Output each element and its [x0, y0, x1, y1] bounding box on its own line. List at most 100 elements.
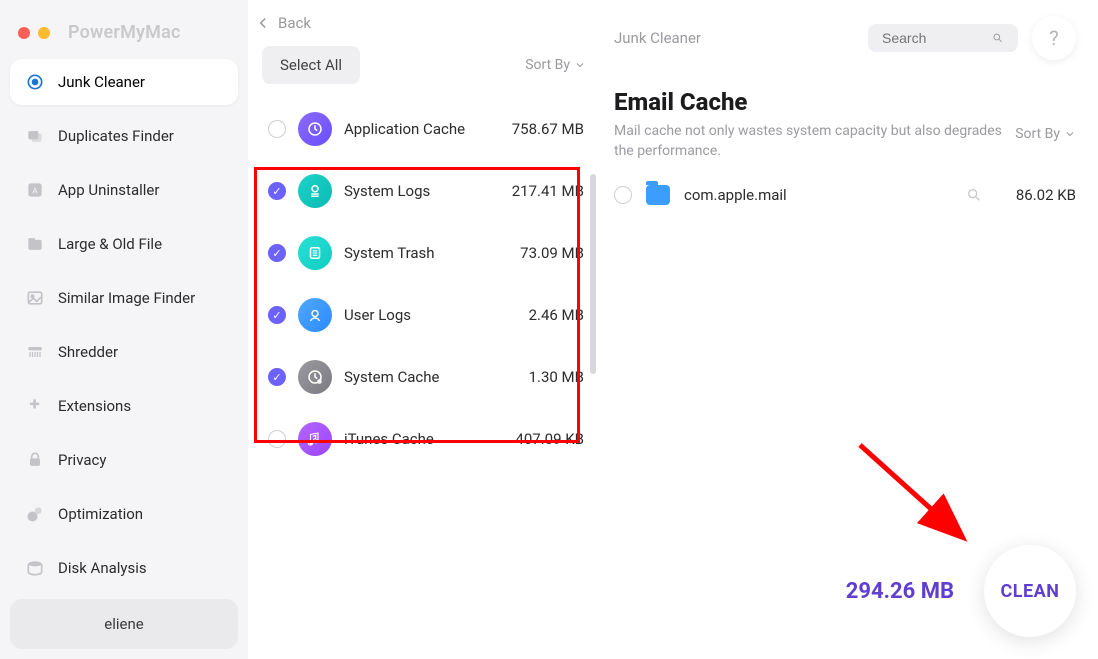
category-name: iTunes Cache [344, 430, 484, 449]
nav-large-old-file[interactable]: Large & Old File [10, 221, 238, 267]
user-logs-icon [298, 298, 332, 332]
category-size: 2.46 MB [496, 306, 584, 324]
back-button[interactable]: Back [248, 0, 604, 42]
checkbox[interactable] [614, 186, 632, 204]
nav-duplicates-finder[interactable]: Duplicates Finder [10, 113, 238, 159]
nav-label: Duplicates Finder [58, 127, 174, 145]
nav-label: Junk Cleaner [58, 73, 145, 91]
system-cache-icon [298, 360, 332, 394]
category-name: System Trash [344, 244, 484, 263]
back-label: Back [278, 14, 311, 32]
category-system-cache[interactable]: System Cache 1.30 MB [248, 346, 604, 408]
checkbox[interactable] [268, 182, 286, 200]
file-row[interactable]: com.apple.mail 86.02 KB [604, 175, 1098, 215]
category-size: 407.09 KB [496, 430, 584, 448]
category-user-logs[interactable]: User Logs 2.46 MB [248, 284, 604, 346]
select-all-button[interactable]: Select All [262, 46, 360, 84]
clean-button[interactable]: CLEAN [984, 545, 1076, 637]
file-size: 86.02 KB [996, 186, 1076, 204]
nav-disk-analysis[interactable]: Disk Analysis [10, 545, 238, 591]
category-controls: Select All Sort By [248, 42, 604, 94]
category-system-logs[interactable]: System Logs 217.41 MB [248, 160, 604, 222]
search-icon [992, 31, 1004, 45]
breadcrumb: Junk Cleaner [614, 29, 701, 47]
system-trash-icon [298, 236, 332, 270]
nav-label: Extensions [58, 397, 131, 415]
file-name: com.apple.mail [684, 186, 952, 204]
nav-label: Optimization [58, 505, 143, 523]
extensions-icon [24, 395, 46, 417]
nav-label: Large & Old File [58, 235, 162, 253]
nav-app-uninstaller[interactable]: A App Uninstaller [10, 167, 238, 213]
junk-cleaner-icon [24, 71, 46, 93]
uninstaller-icon: A [24, 179, 46, 201]
scrollbar[interactable] [590, 174, 596, 374]
footer-bar: 294.26 MB CLEAN [846, 545, 1076, 637]
category-system-trash[interactable]: System Trash 73.09 MB [248, 222, 604, 284]
category-size: 1.30 MB [496, 368, 584, 386]
category-panel: Back Select All Sort By Application Cach… [248, 0, 604, 659]
system-logs-icon [298, 174, 332, 208]
checkbox[interactable] [268, 244, 286, 262]
annotation-arrow [850, 435, 990, 559]
checkbox[interactable] [268, 430, 286, 448]
category-name: System Logs [344, 182, 484, 201]
app-cache-icon [298, 112, 332, 146]
detail-panel: Junk Cleaner ? Email Cache Mail cache no… [604, 0, 1098, 659]
nav-privacy[interactable]: Privacy [10, 437, 238, 483]
nav-optimization[interactable]: Optimization [10, 491, 238, 537]
sidebar: PowerMyMac Junk Cleaner Duplicates Finde… [0, 0, 248, 659]
user-badge[interactable]: eliene [10, 599, 238, 649]
privacy-icon [24, 449, 46, 471]
category-size: 758.67 MB [496, 120, 584, 138]
detail-sort-by-dropdown[interactable]: Sort By [1015, 122, 1076, 142]
chevron-down-icon [574, 59, 586, 71]
nav-label: Disk Analysis [58, 559, 147, 577]
total-size: 294.26 MB [846, 579, 954, 604]
help-button[interactable]: ? [1032, 16, 1076, 60]
folder-icon [646, 185, 670, 205]
nav-label: Shredder [58, 343, 118, 361]
checkbox[interactable] [268, 120, 286, 138]
sort-by-label: Sort By [1015, 126, 1060, 142]
section-description: Mail cache not only wastes system capaci… [614, 122, 1005, 161]
section-title: Email Cache [604, 70, 1098, 122]
minimize-window-icon[interactable] [38, 27, 50, 39]
chevron-down-icon [1064, 128, 1076, 140]
user-name: eliene [104, 615, 143, 633]
reveal-in-finder-icon[interactable] [966, 187, 982, 203]
category-list: Application Cache 758.67 MB System Logs … [248, 94, 604, 659]
checkbox[interactable] [268, 306, 286, 324]
category-size: 73.09 MB [496, 244, 584, 262]
duplicates-icon [24, 125, 46, 147]
similar-image-icon [24, 287, 46, 309]
nav-label: Similar Image Finder [58, 289, 195, 307]
category-itunes-cache[interactable]: iTunes Cache 407.09 KB [248, 408, 604, 470]
app-title: PowerMyMac [68, 22, 181, 43]
itunes-cache-icon [298, 422, 332, 456]
nav-extensions[interactable]: Extensions [10, 383, 238, 429]
category-name: User Logs [344, 306, 484, 325]
sort-by-dropdown[interactable]: Sort By [525, 57, 586, 73]
nav-label: App Uninstaller [58, 181, 159, 199]
nav-label: Privacy [58, 451, 106, 469]
checkbox[interactable] [268, 368, 286, 386]
search-input[interactable] [882, 30, 982, 46]
section-subheader: Mail cache not only wastes system capaci… [604, 122, 1098, 175]
disk-icon [24, 557, 46, 579]
detail-header: Junk Cleaner ? [604, 0, 1098, 70]
window-titlebar: PowerMyMac [10, 12, 238, 59]
nav-junk-cleaner[interactable]: Junk Cleaner [10, 59, 238, 105]
optimization-icon [24, 503, 46, 525]
nav-similar-image-finder[interactable]: Similar Image Finder [10, 275, 238, 321]
svg-text:A: A [32, 186, 38, 196]
close-window-icon[interactable] [18, 27, 30, 39]
category-size: 217.41 MB [496, 182, 584, 200]
category-name: Application Cache [344, 120, 484, 139]
shredder-icon [24, 341, 46, 363]
sort-by-label: Sort By [525, 57, 570, 73]
category-application-cache[interactable]: Application Cache 758.67 MB [248, 98, 604, 160]
search-box[interactable] [868, 24, 1018, 52]
category-name: System Cache [344, 368, 484, 387]
nav-shredder[interactable]: Shredder [10, 329, 238, 375]
